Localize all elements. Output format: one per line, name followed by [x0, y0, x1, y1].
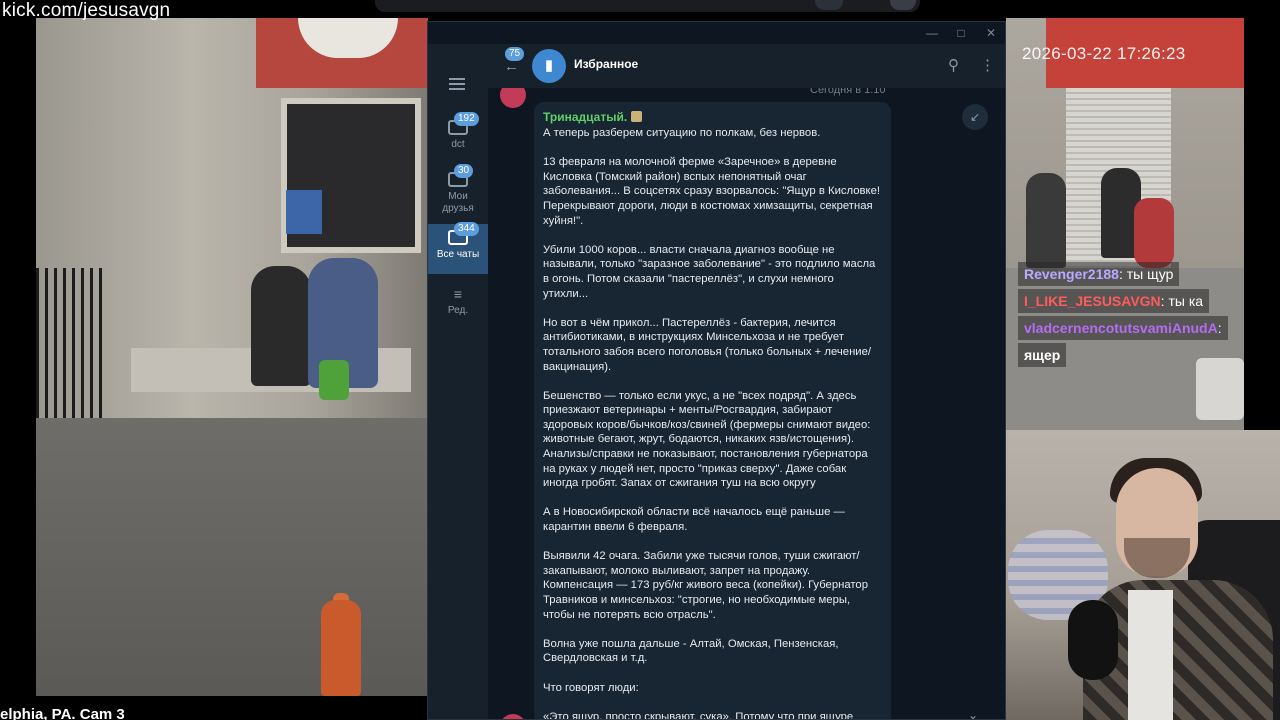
pedestrian-1 [1026, 173, 1066, 268]
chat-message: I_LIKE_JESUSAVGN: ты ка [1018, 289, 1242, 316]
chat-line-continuation: ящер [1018, 343, 1067, 367]
iron-railing [36, 268, 106, 428]
message-timestamp: Сегодня в 1:10 [810, 88, 886, 96]
bookmark-icon[interactable]: ▮ [532, 49, 566, 83]
sender-avatar[interactable] [500, 88, 526, 108]
folder-all-chats[interactable]: 344 Все чаты [428, 222, 488, 274]
fire-hydrant [321, 600, 361, 696]
message-author-name: Тринадцатый. [543, 110, 628, 124]
chat-title[interactable]: Избранное [574, 57, 638, 71]
telegram-window: — □ ✕ 192 dct 30 Мои друзья 344 Все чаты [427, 21, 1006, 720]
window-titlebar: — □ ✕ [428, 22, 1005, 44]
chat-header: ← 75 ▮ Избранное ⚲ ⋮ [488, 44, 1005, 88]
chat-message: Revenger2188: ты щур [1018, 262, 1242, 289]
chevron-down-icon[interactable]: ⌄ [958, 708, 988, 719]
sidewalk [36, 418, 428, 696]
chat-text: : [1217, 320, 1222, 336]
sliders-icon: ≡ [453, 286, 463, 302]
unread-badge: 344 [454, 222, 479, 236]
message-paragraph: Бешенство — только если укус, а не "всех… [543, 389, 874, 490]
shield-icon [630, 111, 642, 122]
search-icon[interactable]: ⚲ [948, 56, 959, 74]
folders-sidebar: 192 dct 30 Мои друзья 344 Все чаты ≡ Ред… [428, 44, 488, 719]
minimize-icon[interactable]: — [922, 24, 942, 42]
plus-icon[interactable] [890, 0, 916, 10]
search-icon[interactable] [815, 0, 843, 10]
folder-label: Мои друзья [442, 191, 474, 214]
seated-person-left [251, 266, 311, 386]
chat-line: vladcernencotutsvamiAnudA: [1018, 316, 1228, 340]
maximize-icon[interactable]: □ [951, 24, 971, 42]
chat-text: : ты ка [1160, 293, 1204, 309]
chat-line: I_LIKE_JESUSAVGN: ты ка [1018, 289, 1210, 313]
messages-area[interactable]: Сегодня в 1:10 Тринадцатый. А теперь раз… [488, 88, 1005, 720]
left-cam-label: elphia, PA. Cam 3 [0, 706, 125, 720]
left-street-camera-feed [36, 18, 428, 696]
menu-icon[interactable] [449, 78, 465, 90]
window-sign [286, 190, 322, 234]
message-paragraph: Выявили 42 очага. Забили уже тысячи голо… [543, 550, 872, 621]
message-paragraph: «Это ящур, просто скрывают, сука». Потом… [543, 710, 854, 720]
message-paragraph: Волна уже пошла дальше - Алтай, Омская, … [543, 637, 842, 665]
pedestrian-3 [1134, 198, 1174, 268]
chat-message: vladcernencotutsvamiAnudA: [1018, 316, 1242, 343]
stream-layout: elphia, PA. Cam 3 kick.com/jesusavgn 202… [0, 0, 1280, 720]
folder-edit[interactable]: ≡ Ред. [428, 286, 488, 316]
folder-label: Все чаты [436, 249, 480, 260]
message-paragraph: 13 февраля на молочной ферме «Заречное» … [543, 156, 884, 227]
folder-label: dct [451, 139, 465, 150]
sender-avatar[interactable] [500, 714, 526, 719]
stream-url: kick.com/jesusavgn [2, 0, 171, 21]
camera-timestamp: 2026-03-22 17:26:23 [1022, 44, 1186, 63]
chat-line: Revenger2188: ты щур [1018, 262, 1180, 286]
unread-badge: 75 [505, 47, 525, 61]
collapse-icon[interactable]: ↙ [962, 104, 988, 130]
message-bubble[interactable]: Тринадцатый. А теперь разберем ситуацию … [534, 102, 891, 720]
chat-message: ящер [1018, 343, 1242, 370]
message-author[interactable]: Тринадцатый. [543, 110, 882, 124]
folder-dct[interactable]: 192 dct [428, 112, 488, 150]
message-paragraph: Что говорят люди: [543, 681, 639, 694]
chat-username: I_LIKE_JESUSAVGN [1024, 293, 1161, 309]
top-search-bar[interactable] [375, 0, 920, 12]
streamer-webcam [978, 430, 1280, 720]
unread-badge: 30 [454, 164, 474, 178]
folder-label: Ред. [447, 305, 469, 316]
close-icon[interactable]: ✕ [981, 24, 1001, 42]
chat-username: vladcernencotutsvamiAnudA [1024, 320, 1218, 336]
chat-username: Revenger2188 [1024, 266, 1119, 282]
more-vertical-icon[interactable]: ⋮ [980, 56, 995, 74]
stream-chat-overlay: Revenger2188: ты щур I_LIKE_JESUSAVGN: т… [1018, 262, 1242, 370]
message-paragraph: Но вот в чём прикол... Пастереллёз - бак… [543, 316, 872, 373]
folder-my-friends[interactable]: 30 Мои друзья [428, 164, 488, 215]
message-paragraph: Убили 1000 коров... власти сначала диагн… [543, 243, 879, 300]
message-paragraph: А в Новосибирской области всё началось е… [543, 506, 848, 534]
streamer-shirt [1128, 590, 1173, 720]
unread-badge: 192 [454, 112, 479, 126]
microphone [1068, 600, 1118, 680]
message-paragraph: А теперь разберем ситуацию по полкам, бе… [543, 127, 821, 139]
green-bag [319, 360, 349, 400]
chat-text: : ты щур [1118, 266, 1174, 282]
